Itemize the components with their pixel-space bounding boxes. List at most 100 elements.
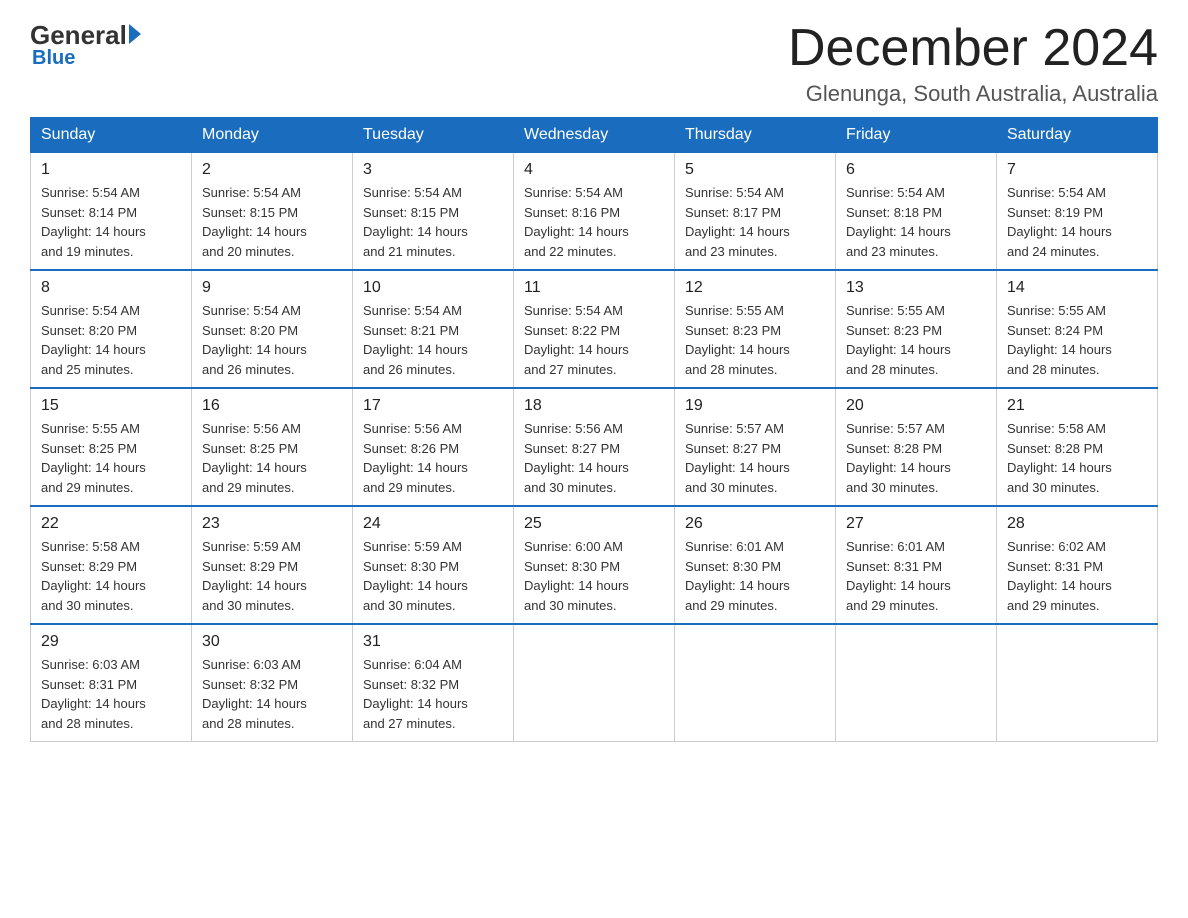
- header-tuesday: Tuesday: [353, 118, 514, 153]
- day-info: Sunrise: 5:54 AM Sunset: 8:18 PM Dayligh…: [846, 183, 986, 261]
- day-info: Sunrise: 5:54 AM Sunset: 8:21 PM Dayligh…: [363, 301, 503, 379]
- day-info: Sunrise: 5:54 AM Sunset: 8:16 PM Dayligh…: [524, 183, 664, 261]
- header-thursday: Thursday: [675, 118, 836, 153]
- day-info: Sunrise: 5:57 AM Sunset: 8:27 PM Dayligh…: [685, 419, 825, 497]
- day-number: 25: [524, 515, 664, 533]
- day-number: 10: [363, 279, 503, 297]
- calendar-cell: 23 Sunrise: 5:59 AM Sunset: 8:29 PM Dayl…: [192, 506, 353, 624]
- day-info: Sunrise: 5:54 AM Sunset: 8:14 PM Dayligh…: [41, 183, 181, 261]
- day-number: 4: [524, 161, 664, 179]
- day-info: Sunrise: 5:57 AM Sunset: 8:28 PM Dayligh…: [846, 419, 986, 497]
- day-number: 18: [524, 397, 664, 415]
- day-number: 28: [1007, 515, 1147, 533]
- calendar-cell: 28 Sunrise: 6:02 AM Sunset: 8:31 PM Dayl…: [997, 506, 1158, 624]
- calendar-table: SundayMondayTuesdayWednesdayThursdayFrid…: [30, 117, 1158, 742]
- calendar-cell: 29 Sunrise: 6:03 AM Sunset: 8:31 PM Dayl…: [31, 624, 192, 742]
- day-number: 14: [1007, 279, 1147, 297]
- week-row-3: 15 Sunrise: 5:55 AM Sunset: 8:25 PM Dayl…: [31, 388, 1158, 506]
- day-info: Sunrise: 5:56 AM Sunset: 8:27 PM Dayligh…: [524, 419, 664, 497]
- page-header: General Blue December 2024 Glenunga, Sou…: [30, 20, 1158, 107]
- header-saturday: Saturday: [997, 118, 1158, 153]
- day-info: Sunrise: 5:55 AM Sunset: 8:23 PM Dayligh…: [685, 301, 825, 379]
- week-row-4: 22 Sunrise: 5:58 AM Sunset: 8:29 PM Dayl…: [31, 506, 1158, 624]
- month-title: December 2024: [788, 20, 1158, 77]
- day-info: Sunrise: 5:55 AM Sunset: 8:24 PM Dayligh…: [1007, 301, 1147, 379]
- day-number: 29: [41, 633, 181, 651]
- day-number: 9: [202, 279, 342, 297]
- calendar-cell: 15 Sunrise: 5:55 AM Sunset: 8:25 PM Dayl…: [31, 388, 192, 506]
- day-info: Sunrise: 5:59 AM Sunset: 8:29 PM Dayligh…: [202, 537, 342, 615]
- calendar-cell: 1 Sunrise: 5:54 AM Sunset: 8:14 PM Dayli…: [31, 153, 192, 271]
- day-number: 13: [846, 279, 986, 297]
- calendar-cell: 10 Sunrise: 5:54 AM Sunset: 8:21 PM Dayl…: [353, 270, 514, 388]
- day-number: 12: [685, 279, 825, 297]
- calendar-cell: 13 Sunrise: 5:55 AM Sunset: 8:23 PM Dayl…: [836, 270, 997, 388]
- day-number: 17: [363, 397, 503, 415]
- calendar-cell: [997, 624, 1158, 742]
- day-number: 22: [41, 515, 181, 533]
- day-info: Sunrise: 5:56 AM Sunset: 8:25 PM Dayligh…: [202, 419, 342, 497]
- calendar-cell: 11 Sunrise: 5:54 AM Sunset: 8:22 PM Dayl…: [514, 270, 675, 388]
- calendar-cell: 21 Sunrise: 5:58 AM Sunset: 8:28 PM Dayl…: [997, 388, 1158, 506]
- day-number: 7: [1007, 161, 1147, 179]
- day-info: Sunrise: 5:55 AM Sunset: 8:25 PM Dayligh…: [41, 419, 181, 497]
- day-info: Sunrise: 5:58 AM Sunset: 8:29 PM Dayligh…: [41, 537, 181, 615]
- header-monday: Monday: [192, 118, 353, 153]
- day-number: 23: [202, 515, 342, 533]
- day-number: 5: [685, 161, 825, 179]
- calendar-cell: 30 Sunrise: 6:03 AM Sunset: 8:32 PM Dayl…: [192, 624, 353, 742]
- header-wednesday: Wednesday: [514, 118, 675, 153]
- week-row-2: 8 Sunrise: 5:54 AM Sunset: 8:20 PM Dayli…: [31, 270, 1158, 388]
- day-number: 3: [363, 161, 503, 179]
- calendar-cell: 14 Sunrise: 5:55 AM Sunset: 8:24 PM Dayl…: [997, 270, 1158, 388]
- logo-arrow-icon: [129, 24, 141, 44]
- calendar-cell: 5 Sunrise: 5:54 AM Sunset: 8:17 PM Dayli…: [675, 153, 836, 271]
- logo-blue-text: Blue: [32, 47, 141, 70]
- calendar-cell: 16 Sunrise: 5:56 AM Sunset: 8:25 PM Dayl…: [192, 388, 353, 506]
- day-info: Sunrise: 5:55 AM Sunset: 8:23 PM Dayligh…: [846, 301, 986, 379]
- calendar-cell: 18 Sunrise: 5:56 AM Sunset: 8:27 PM Dayl…: [514, 388, 675, 506]
- day-info: Sunrise: 6:03 AM Sunset: 8:31 PM Dayligh…: [41, 655, 181, 733]
- day-number: 11: [524, 279, 664, 297]
- title-section: December 2024 Glenunga, South Australia,…: [788, 20, 1158, 107]
- logo: General Blue: [30, 20, 141, 70]
- day-number: 31: [363, 633, 503, 651]
- calendar-cell: 24 Sunrise: 5:59 AM Sunset: 8:30 PM Dayl…: [353, 506, 514, 624]
- calendar-cell: 22 Sunrise: 5:58 AM Sunset: 8:29 PM Dayl…: [31, 506, 192, 624]
- week-row-5: 29 Sunrise: 6:03 AM Sunset: 8:31 PM Dayl…: [31, 624, 1158, 742]
- calendar-cell: 9 Sunrise: 5:54 AM Sunset: 8:20 PM Dayli…: [192, 270, 353, 388]
- day-number: 20: [846, 397, 986, 415]
- calendar-cell: [836, 624, 997, 742]
- header-sunday: Sunday: [31, 118, 192, 153]
- calendar-cell: 6 Sunrise: 5:54 AM Sunset: 8:18 PM Dayli…: [836, 153, 997, 271]
- calendar-cell: [514, 624, 675, 742]
- calendar-cell: 25 Sunrise: 6:00 AM Sunset: 8:30 PM Dayl…: [514, 506, 675, 624]
- day-number: 15: [41, 397, 181, 415]
- calendar-cell: 19 Sunrise: 5:57 AM Sunset: 8:27 PM Dayl…: [675, 388, 836, 506]
- day-info: Sunrise: 6:03 AM Sunset: 8:32 PM Dayligh…: [202, 655, 342, 733]
- calendar-cell: 17 Sunrise: 5:56 AM Sunset: 8:26 PM Dayl…: [353, 388, 514, 506]
- calendar-cell: 20 Sunrise: 5:57 AM Sunset: 8:28 PM Dayl…: [836, 388, 997, 506]
- calendar-cell: 26 Sunrise: 6:01 AM Sunset: 8:30 PM Dayl…: [675, 506, 836, 624]
- day-info: Sunrise: 5:54 AM Sunset: 8:15 PM Dayligh…: [202, 183, 342, 261]
- calendar-cell: [675, 624, 836, 742]
- day-info: Sunrise: 5:54 AM Sunset: 8:19 PM Dayligh…: [1007, 183, 1147, 261]
- day-number: 19: [685, 397, 825, 415]
- location-title: Glenunga, South Australia, Australia: [788, 81, 1158, 107]
- calendar-cell: 4 Sunrise: 5:54 AM Sunset: 8:16 PM Dayli…: [514, 153, 675, 271]
- day-info: Sunrise: 5:54 AM Sunset: 8:20 PM Dayligh…: [41, 301, 181, 379]
- day-number: 21: [1007, 397, 1147, 415]
- day-number: 27: [846, 515, 986, 533]
- day-number: 26: [685, 515, 825, 533]
- day-info: Sunrise: 5:54 AM Sunset: 8:22 PM Dayligh…: [524, 301, 664, 379]
- calendar-cell: 12 Sunrise: 5:55 AM Sunset: 8:23 PM Dayl…: [675, 270, 836, 388]
- day-info: Sunrise: 6:04 AM Sunset: 8:32 PM Dayligh…: [363, 655, 503, 733]
- calendar-header-row: SundayMondayTuesdayWednesdayThursdayFrid…: [31, 118, 1158, 153]
- day-number: 2: [202, 161, 342, 179]
- day-info: Sunrise: 5:56 AM Sunset: 8:26 PM Dayligh…: [363, 419, 503, 497]
- day-number: 6: [846, 161, 986, 179]
- day-info: Sunrise: 5:54 AM Sunset: 8:20 PM Dayligh…: [202, 301, 342, 379]
- day-info: Sunrise: 5:54 AM Sunset: 8:17 PM Dayligh…: [685, 183, 825, 261]
- day-info: Sunrise: 5:58 AM Sunset: 8:28 PM Dayligh…: [1007, 419, 1147, 497]
- day-info: Sunrise: 6:01 AM Sunset: 8:30 PM Dayligh…: [685, 537, 825, 615]
